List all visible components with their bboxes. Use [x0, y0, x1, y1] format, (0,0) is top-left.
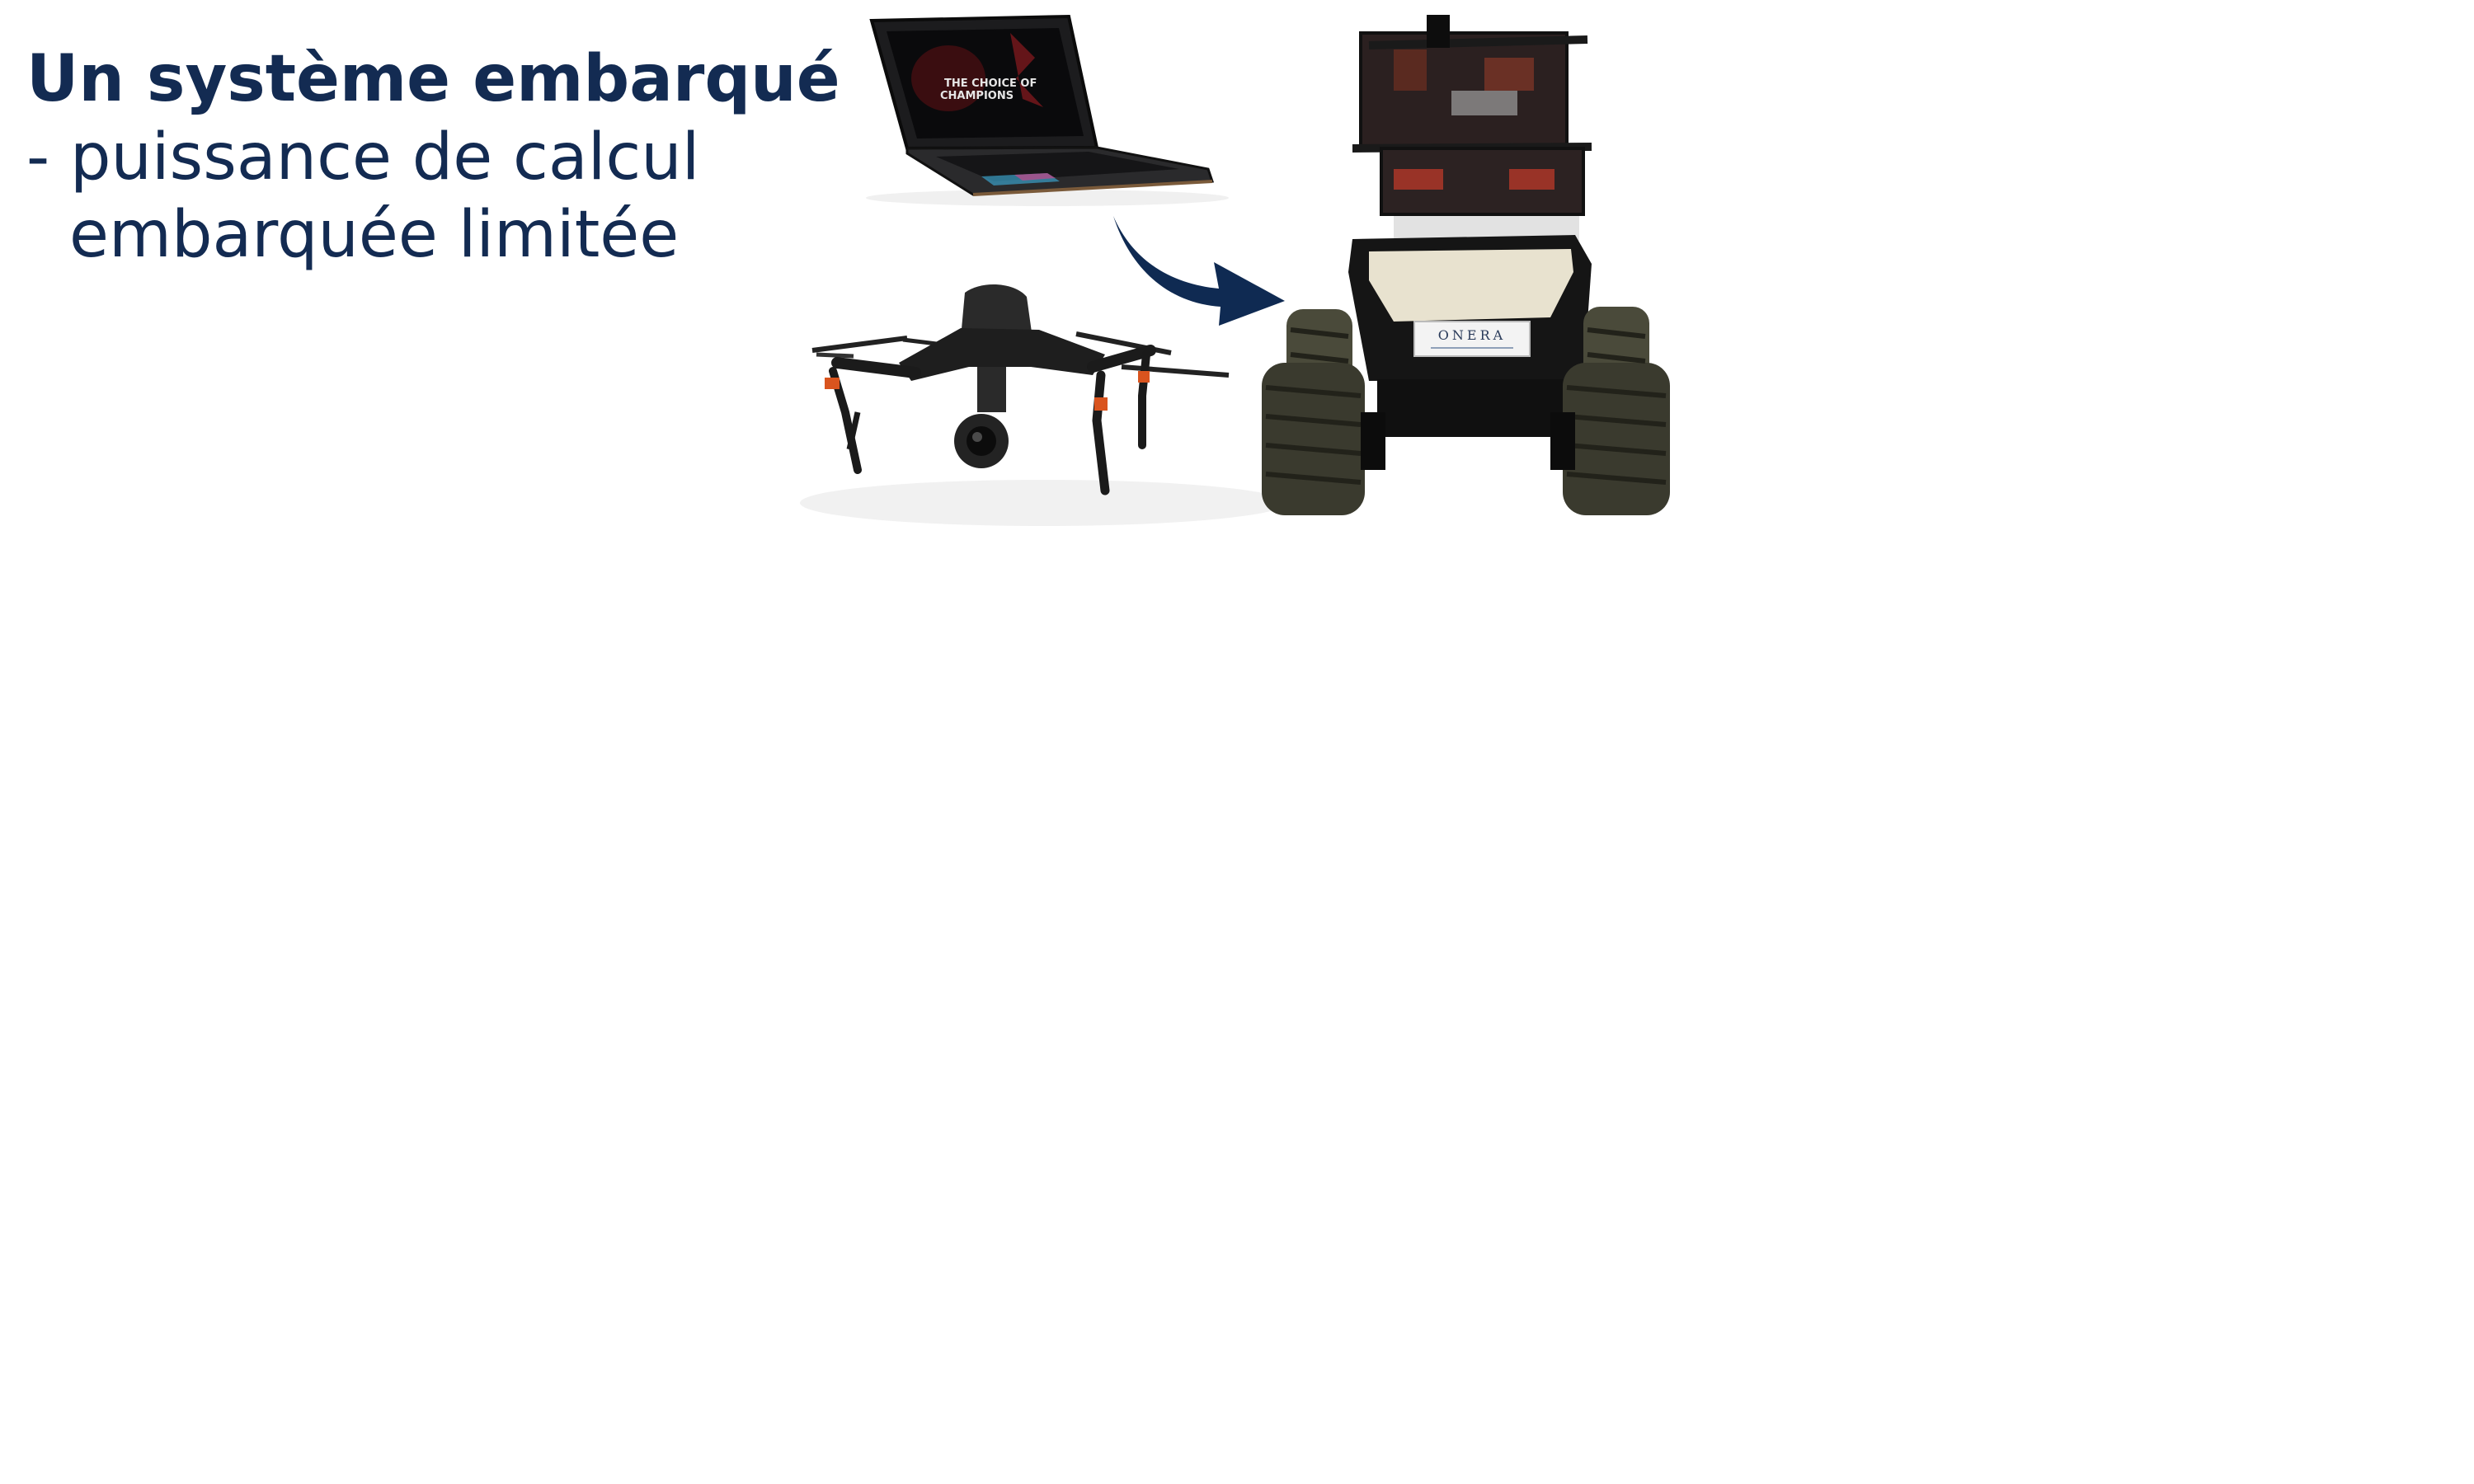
rover-robot-image: ONERA	[1262, 15, 1670, 515]
laptop-screen-text-1: THE CHOICE OF	[944, 77, 1037, 90]
curved-arrow-icon	[1113, 216, 1285, 326]
illustration: THE CHOICE OF CHAMPIONS ONERA	[800, 14, 1670, 526]
laptop-screen-text-2: CHAMPIONS	[940, 90, 1014, 102]
rover-badge-label: ONERA	[1438, 327, 1506, 343]
drone-image	[800, 284, 1286, 526]
laptop-image: THE CHOICE OF CHAMPIONS	[866, 14, 1229, 206]
